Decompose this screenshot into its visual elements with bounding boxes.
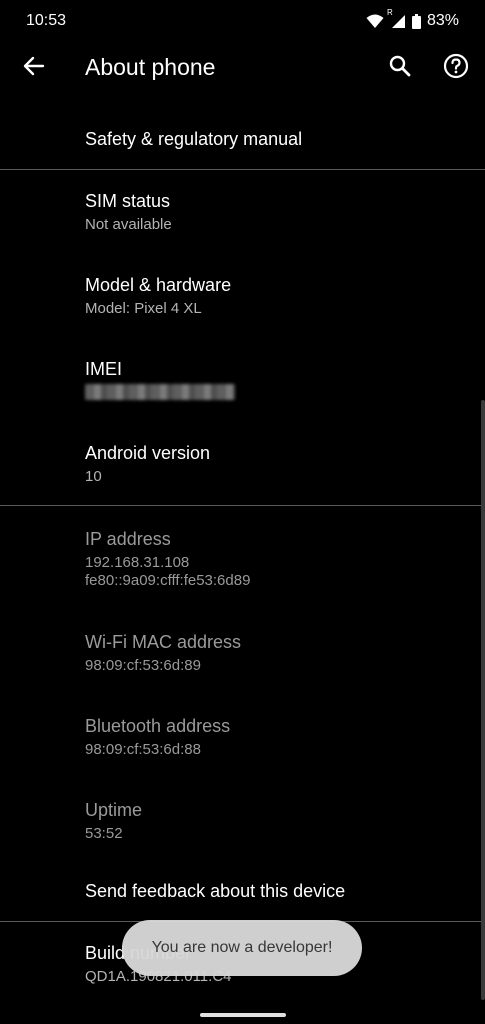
wifi-icon (366, 14, 384, 29)
back-button[interactable] (18, 52, 50, 84)
item-title: Safety & regulatory manual (85, 129, 303, 149)
item-android-version[interactable]: Android version 10 (0, 432, 485, 502)
item-wifi-mac: Wi-Fi MAC address 98:09:cf:53:6d:89 (0, 621, 485, 691)
battery-icon (411, 13, 421, 29)
toast-message: You are now a developer! (122, 920, 362, 976)
item-send-feedback[interactable]: Send feedback about this device (0, 868, 485, 920)
app-bar: About phone (0, 44, 485, 90)
status-time: 10:53 (26, 12, 67, 29)
item-bluetooth-address: Bluetooth address 98:09:cf:53:6d:88 (0, 705, 485, 775)
item-title: Wi-Fi MAC address (85, 632, 242, 652)
search-button[interactable] (384, 52, 416, 84)
item-title: IP address (85, 529, 171, 549)
item-model-hardware[interactable]: Model & hardware Model: Pixel 4 XL (0, 264, 485, 334)
help-icon (443, 53, 469, 84)
item-summary: 53:52 (85, 825, 123, 842)
help-button[interactable] (440, 52, 472, 84)
divider (0, 505, 485, 506)
item-summary: Model: Pixel 4 XL (85, 300, 202, 317)
roaming-badge: R (386, 7, 393, 17)
item-sim-status[interactable]: SIM status Not available (0, 180, 485, 250)
item-title: Send feedback about this device (85, 881, 346, 901)
item-summary: Not available (85, 216, 172, 233)
page-title: About phone (85, 54, 216, 80)
battery-percent: 83% (426, 12, 459, 29)
scrollbar[interactable] (481, 400, 485, 1000)
item-summary: 10 (85, 468, 102, 485)
back-arrow-icon (23, 55, 45, 82)
item-ip-address: IP address 192.168.31.108 fe80::9a09:cff… (0, 518, 485, 598)
item-title: Android version (85, 443, 211, 463)
signal-icon: R (387, 8, 406, 29)
search-icon (388, 54, 412, 83)
gesture-nav-handle[interactable] (200, 1013, 286, 1017)
item-imei[interactable]: IMEI (0, 348, 485, 418)
ip-v6-value: fe80::9a09:cfff:fe53:6d89 (85, 572, 251, 589)
item-title: Bluetooth address (85, 716, 231, 736)
item-uptime: Uptime 53:52 (0, 789, 485, 859)
item-title: IMEI (85, 359, 123, 379)
item-safety-manual[interactable]: Safety & regulatory manual (0, 116, 485, 168)
imei-redacted-value (85, 384, 235, 400)
status-icons: R 83% (366, 8, 459, 30)
item-summary: 98:09:cf:53:6d:89 (85, 657, 201, 674)
item-title: SIM status (85, 191, 171, 211)
item-title: Model & hardware (85, 275, 232, 295)
ip-v4-value: 192.168.31.108 (85, 554, 190, 571)
divider (0, 169, 485, 170)
item-title: Uptime (85, 800, 143, 820)
status-bar: 10:53 R 83% (0, 0, 485, 44)
item-summary: 98:09:cf:53:6d:88 (85, 741, 201, 758)
